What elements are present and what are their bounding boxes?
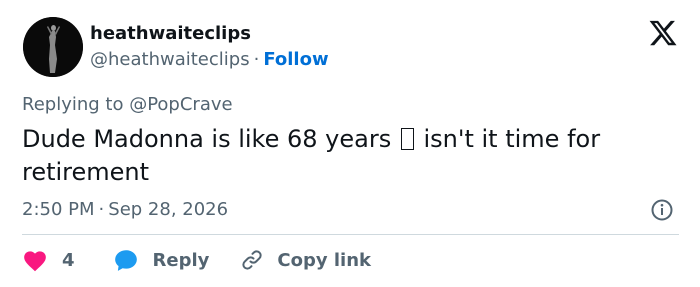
replying-to[interactable]: Replying to @PopCrave	[22, 93, 233, 117]
tweet-text: Dude Madonna is like 68 years isn't it t…	[22, 123, 672, 189]
info-icon[interactable]	[650, 198, 674, 222]
tweet-date: Sep 28, 2026	[108, 199, 229, 220]
action-bar: 4 Reply Copy link	[22, 246, 371, 274]
like-count: 4	[62, 249, 75, 271]
reply-button[interactable]: Reply	[113, 248, 210, 272]
author-handle-row: @heathwaiteclips · Follow	[90, 48, 329, 72]
link-icon	[242, 250, 263, 270]
x-logo-icon[interactable]	[648, 18, 678, 48]
author-handle[interactable]: @heathwaiteclips	[90, 49, 250, 70]
copy-link-label: Copy link	[277, 249, 371, 271]
avatar[interactable]	[23, 17, 83, 77]
missing-emoji-icon	[400, 128, 414, 150]
divider	[22, 234, 679, 235]
copy-link-button[interactable]: Copy link	[239, 248, 371, 272]
follow-button[interactable]: Follow	[263, 49, 328, 70]
tweet-timestamp[interactable]: 2:50 PM · Sep 28, 2026	[22, 198, 228, 222]
separator-dot: ·	[98, 199, 105, 220]
heart-icon	[24, 251, 46, 272]
avatar-photo-icon	[23, 17, 83, 77]
like-button[interactable]: 4	[22, 248, 75, 272]
tweet-text-part-1: Dude Madonna is like 68 years	[22, 125, 392, 153]
author-display-name[interactable]: heathwaiteclips	[90, 22, 251, 46]
reply-bubble-icon	[114, 250, 137, 271]
reply-label: Reply	[152, 249, 210, 271]
tweet-time: 2:50 PM	[22, 199, 95, 220]
separator-dot: ·	[253, 49, 260, 70]
